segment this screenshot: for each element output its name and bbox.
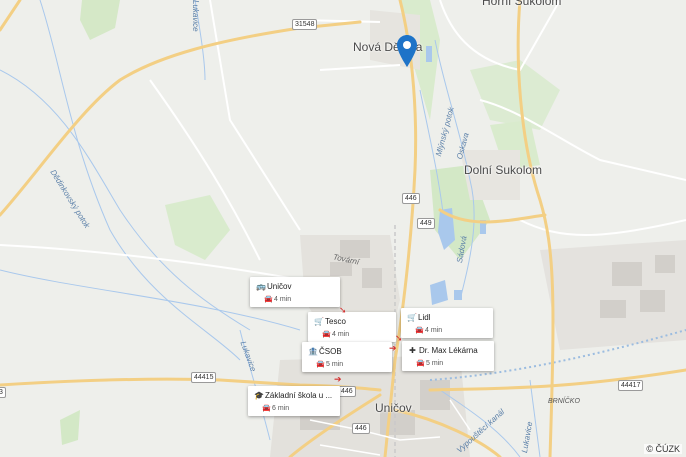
forest-area [470,60,560,130]
car-icon: 🚘 [262,405,271,412]
direction-arrow-icon: ➘ [339,305,347,315]
poi-drive-time: 4 min [425,327,443,334]
poi-card-bus-stop[interactable]: 🚌 Uničov 🚘 4 min [250,277,340,307]
poi-name: Základní škola u ... [265,391,333,400]
road-shield-31548: 31548 [292,19,318,30]
direction-arrow-icon: ➔ [334,374,342,384]
road-shield-449: 449 [417,218,435,229]
forest-area [165,195,230,260]
map-canvas[interactable]: Horní Sukolom Nová Dědina Dolní Sukolom … [0,0,686,457]
car-icon: 🚘 [316,361,325,368]
bus-icon: 🚌 [256,282,266,291]
town-label-horni-sukolom: Horní Sukolom [482,0,562,8]
poi-drive-time: 4 min [332,331,350,338]
district-label-brnicko: BRNÍČKO [548,398,580,405]
road-shield-44417: 44417 [618,380,644,391]
poi-card-lidl[interactable]: 🛒 Lidl 🚘 4 min [401,308,493,338]
direction-arrow-icon: ➔ [389,343,397,353]
road-shield-446: 446 [402,193,420,204]
poi-drive-time: 4 min [274,296,292,303]
road-shield-44415: 44415 [191,372,217,383]
school-icon: 🎓 [254,391,264,400]
poi-name: Tesco [325,317,346,326]
road-shield-446-town: 446 [352,423,370,434]
poi-drive-time: 6 min [272,405,290,412]
cart-icon: 🛒 [407,313,417,322]
poi-card-tesco[interactable]: 🛒 Tesco 🚘 4 min [308,312,396,342]
road-shield-edge: 3 [0,387,6,398]
poi-name: Uničov [267,282,292,291]
car-icon: 🚘 [416,360,425,367]
map-attribution[interactable]: © ČÚZK [644,444,682,454]
road-shield-446-south: 446 [338,386,356,397]
car-icon: 🚘 [322,331,331,338]
poi-name: Dr. Max Lékárna [419,346,478,355]
forest-area [80,0,120,40]
poi-card-dr-max[interactable]: ✚ Dr. Max Lékárna 🚘 5 min [402,341,494,371]
forest-area [60,410,80,445]
direction-arrow-icon: ➘ [395,333,403,343]
stream-label-lukavice-top: Lukavice [191,0,200,32]
poi-name: ČSOB [319,347,342,356]
poi-drive-time: 5 min [426,360,444,367]
poi-drive-time: 5 min [326,361,344,368]
town-label-dolni-sukolom: Dolní Sukolom [464,163,543,177]
pharmacy-icon: ✚ [409,346,416,355]
bank-icon: 🏦 [308,347,318,356]
car-icon: 🚘 [415,327,424,334]
town-label-unicov: Uničov [375,401,412,415]
cart-icon: 🛒 [314,317,324,326]
car-icon: 🚘 [264,296,273,303]
poi-name: Lidl [418,313,431,322]
poi-card-csob[interactable]: 🏦 ČSOB 🚘 5 min [302,342,392,372]
location-pin-icon[interactable] [397,35,417,67]
poi-card-school[interactable]: 🎓 Základní škola u ... 🚘 6 min [248,386,340,416]
